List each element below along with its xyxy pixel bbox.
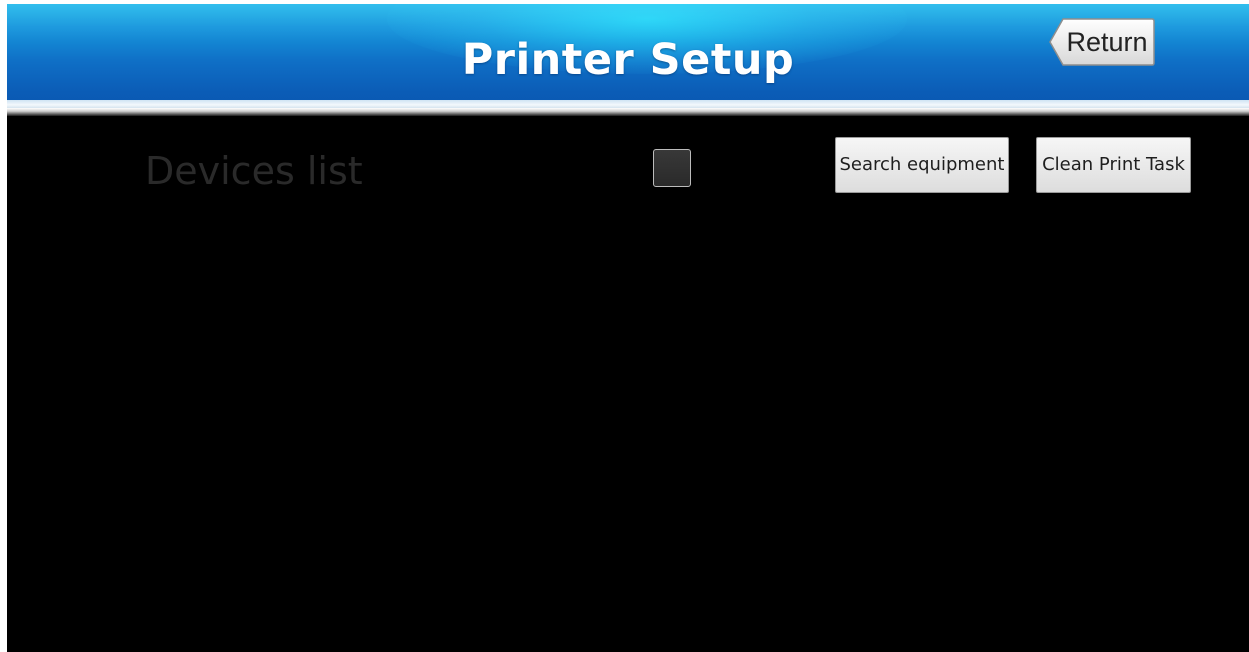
devices-list-heading: Devices list [145, 149, 363, 193]
search-equipment-button[interactable]: Search equipment [835, 137, 1009, 193]
devices-list-area [7, 204, 1249, 652]
title-bar-bottom-edge [7, 100, 1249, 108]
title-bar: Printer Setup Return [7, 4, 1249, 108]
select-all-checkbox[interactable] [653, 149, 691, 187]
clean-print-task-button[interactable]: Clean Print Task [1036, 137, 1191, 193]
title-bar-shadow [7, 108, 1249, 116]
return-button[interactable]: Return [1048, 17, 1156, 67]
printer-setup-screen: Printer Setup Return Devices list Search… [7, 4, 1249, 652]
return-button-label: Return [1066, 27, 1148, 57]
